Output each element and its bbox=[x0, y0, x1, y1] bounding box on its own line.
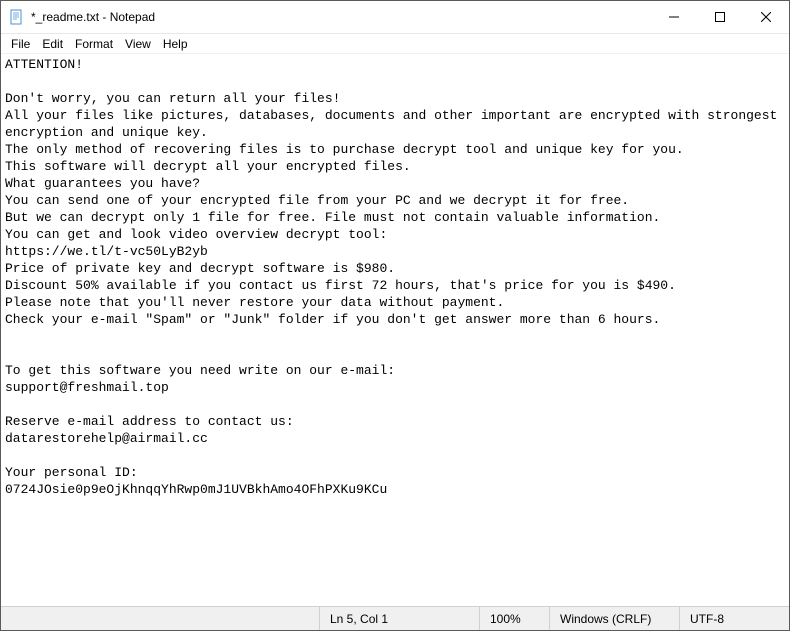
menu-view[interactable]: View bbox=[119, 34, 157, 53]
status-encoding: UTF-8 bbox=[679, 607, 789, 630]
menu-format[interactable]: Format bbox=[69, 34, 119, 53]
statusbar: Ln 5, Col 1 100% Windows (CRLF) UTF-8 bbox=[1, 606, 789, 630]
status-zoom: 100% bbox=[479, 607, 549, 630]
text-editor[interactable]: ATTENTION! Don't worry, you can return a… bbox=[1, 54, 789, 606]
maximize-button[interactable] bbox=[697, 1, 743, 33]
menu-file[interactable]: File bbox=[5, 34, 36, 53]
menu-help[interactable]: Help bbox=[157, 34, 194, 53]
minimize-button[interactable] bbox=[651, 1, 697, 33]
notepad-window: *_readme.txt - Notepad File Edit Format … bbox=[0, 0, 790, 631]
notepad-icon bbox=[9, 9, 25, 25]
window-title: *_readme.txt - Notepad bbox=[31, 10, 651, 24]
menubar: File Edit Format View Help bbox=[1, 34, 789, 54]
close-button[interactable] bbox=[743, 1, 789, 33]
menu-edit[interactable]: Edit bbox=[36, 34, 69, 53]
status-position: Ln 5, Col 1 bbox=[319, 607, 479, 630]
titlebar[interactable]: *_readme.txt - Notepad bbox=[1, 1, 789, 34]
window-controls bbox=[651, 1, 789, 33]
status-eol: Windows (CRLF) bbox=[549, 607, 679, 630]
